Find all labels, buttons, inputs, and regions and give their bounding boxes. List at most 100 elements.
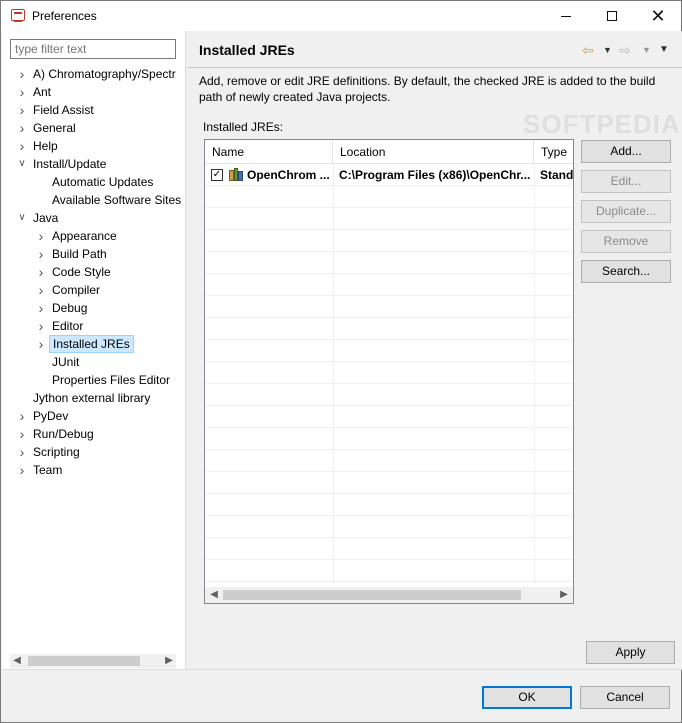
chevron-right-icon[interactable]: › <box>17 65 27 83</box>
jre-type: Standa <box>540 168 573 182</box>
tree-item[interactable]: › Scripting <box>2 443 185 461</box>
back-dropdown-icon[interactable]: ▼ <box>603 41 612 59</box>
column-header-location[interactable]: Location <box>333 140 534 164</box>
chevron-right-icon[interactable]: › <box>36 245 46 263</box>
chevron-right-icon[interactable]: › <box>36 281 46 299</box>
tree-item[interactable]: › Build Path <box>2 245 185 263</box>
tree-item[interactable]: Jython external library <box>2 389 185 407</box>
tree-item[interactable]: › General <box>2 119 185 137</box>
tree-item-label: Ant <box>33 85 52 99</box>
scroll-left-icon[interactable]: ◀ <box>10 654 24 668</box>
chevron-right-icon[interactable]: › <box>17 119 27 137</box>
chevron-right-icon[interactable]: › <box>17 407 27 425</box>
preference-page: Installed JREs ⇦ ▼ ⇨ ▼ ▼ SOFTPEDIA Add, … <box>187 31 682 669</box>
table-horizontal-scrollbar[interactable]: ◀ ▶ <box>205 587 573 603</box>
tree-item[interactable]: ∨ Install/Update <box>2 155 185 173</box>
tree-item[interactable]: Properties Files Editor <box>2 371 185 389</box>
title-bar: Preferences ✕ <box>1 1 681 31</box>
column-header-name[interactable]: Name <box>205 140 333 164</box>
tree-item-label: Installed JREs <box>49 335 134 353</box>
tree-item[interactable]: › Run/Debug <box>2 425 185 443</box>
ok-button[interactable]: OK <box>482 686 572 709</box>
table-header: Name Location Type <box>205 140 573 164</box>
tree-item-label: JUnit <box>52 355 80 369</box>
forward-arrow-icon[interactable]: ⇨ <box>619 41 631 59</box>
remove-button[interactable]: Remove <box>581 230 671 253</box>
chevron-right-icon[interactable]: › <box>17 83 27 101</box>
tree-item[interactable]: › PyDev <box>2 407 185 425</box>
table-row <box>205 428 573 450</box>
tree-item-label: Editor <box>52 319 84 333</box>
chevron-right-icon[interactable]: › <box>36 299 46 317</box>
minimize-button[interactable] <box>543 1 589 31</box>
tree-item-label: Code Style <box>52 265 111 279</box>
tree-item-label: Team <box>33 463 63 477</box>
tree-item-label: PyDev <box>33 409 69 423</box>
tree-item[interactable]: › Field Assist <box>2 101 185 119</box>
table-row <box>205 208 573 230</box>
chevron-right-icon[interactable]: › <box>17 101 27 119</box>
view-menu-icon[interactable]: ▼ <box>659 41 669 59</box>
tree-item[interactable]: › Installed JREs <box>2 335 185 353</box>
chevron-right-icon[interactable]: › <box>36 263 46 281</box>
tree-item[interactable]: ∨ Java <box>2 209 185 227</box>
preferences-window: Preferences ✕ ›A) Chromatography/Spectr›… <box>0 0 682 723</box>
jre-library-icon <box>229 168 243 181</box>
tree-item[interactable]: › A) Chromatography/Spectr <box>2 65 185 83</box>
tree-item[interactable]: › Appearance <box>2 227 185 245</box>
forward-dropdown-icon[interactable]: ▼ <box>642 41 651 59</box>
tree-item-label: Field Assist <box>33 103 94 117</box>
back-arrow-icon[interactable]: ⇦ <box>582 41 594 59</box>
maximize-button[interactable] <box>589 1 635 31</box>
chevron-right-icon[interactable]: › <box>36 317 46 335</box>
chevron-right-icon[interactable]: › <box>17 443 27 461</box>
header-divider <box>187 67 682 68</box>
tree-item[interactable]: Automatic Updates <box>2 173 185 191</box>
tree-item[interactable]: Available Software Sites <box>2 191 185 209</box>
chevron-down-icon[interactable]: ∨ <box>17 209 27 227</box>
jre-checkbox[interactable]: ✓ <box>211 169 223 181</box>
installed-jres-table[interactable]: Name Location Type ✓ OpenChrom ... C:\Prog… <box>204 139 574 604</box>
page-title: Installed JREs <box>199 42 295 58</box>
close-button[interactable]: ✕ <box>635 1 681 31</box>
cancel-button[interactable]: Cancel <box>580 686 670 709</box>
scroll-left-icon[interactable]: ◀ <box>207 588 221 602</box>
table-row <box>205 516 573 538</box>
tree-item[interactable]: JUnit <box>2 353 185 371</box>
tree-horizontal-scrollbar[interactable]: ◀ ▶ <box>10 654 176 668</box>
tree-item-label: Debug <box>52 301 88 315</box>
table-row <box>205 450 573 472</box>
chevron-right-icon[interactable]: › <box>17 137 27 155</box>
tree-item-label: Jython external library <box>33 391 151 405</box>
tree-item[interactable]: › Code Style <box>2 263 185 281</box>
table-row <box>205 230 573 252</box>
tree-item[interactable]: › Team <box>2 461 185 479</box>
search-button[interactable]: Search... <box>581 260 671 283</box>
tree-item[interactable]: › Editor <box>2 317 185 335</box>
window-title: Preferences <box>32 9 97 23</box>
scroll-thumb[interactable] <box>223 590 521 600</box>
chevron-right-icon[interactable]: › <box>17 425 27 443</box>
tree-item[interactable]: › Compiler <box>2 281 185 299</box>
table-row[interactable]: ✓ OpenChrom ... C:\Program Files (x86)\Ope… <box>205 164 573 186</box>
filter-input[interactable] <box>10 39 176 59</box>
duplicate-button[interactable]: Duplicate... <box>581 200 671 223</box>
table-row <box>205 318 573 340</box>
scroll-thumb[interactable] <box>28 656 140 666</box>
chevron-down-icon[interactable]: ∨ <box>17 155 27 173</box>
edit-button[interactable]: Edit... <box>581 170 671 193</box>
table-row <box>205 340 573 362</box>
chevron-right-icon[interactable]: › <box>36 227 46 245</box>
tree-item-label: Run/Debug <box>33 427 94 441</box>
page-description: Add, remove or edit JRE definitions. By … <box>199 74 656 104</box>
chevron-right-icon[interactable]: › <box>36 335 46 353</box>
tree-item[interactable]: › Debug <box>2 299 185 317</box>
chevron-right-icon[interactable]: › <box>17 461 27 479</box>
tree-item[interactable]: › Help <box>2 137 185 155</box>
scroll-right-icon[interactable]: ▶ <box>557 588 571 602</box>
scroll-right-icon[interactable]: ▶ <box>162 654 176 668</box>
apply-button[interactable]: Apply <box>586 641 675 664</box>
column-header-type[interactable]: Type <box>534 140 573 164</box>
add-button[interactable]: Add... <box>581 140 671 163</box>
tree-item[interactable]: › Ant <box>2 83 185 101</box>
